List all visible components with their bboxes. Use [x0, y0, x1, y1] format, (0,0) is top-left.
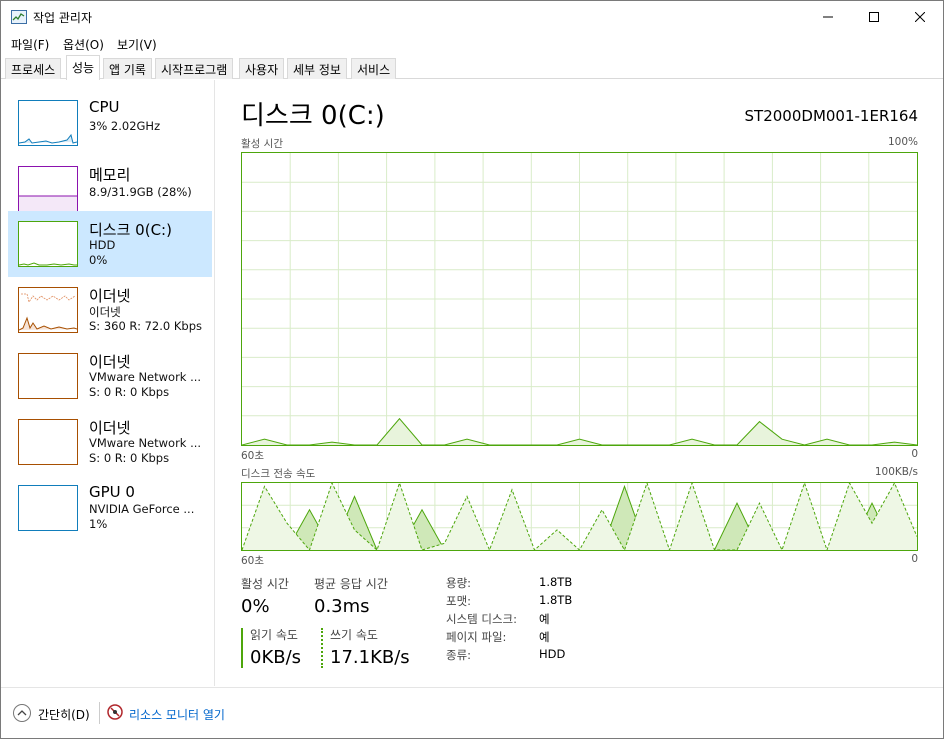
read-speed-value: 0KB/s: [250, 647, 302, 668]
disk-stats: 활성 시간 0% 평균 응답 시간 0.3ms 읽기 속도 0KB/s 쓰기 속…: [241, 572, 921, 682]
tab-details[interactable]: 세부 정보: [287, 58, 347, 79]
tab-app-history[interactable]: 앱 기록: [103, 58, 152, 79]
tab-startup[interactable]: 시작프로그램: [155, 58, 234, 79]
minimize-button[interactable]: [805, 1, 851, 33]
write-speed-label: 쓰기 속도: [330, 628, 378, 642]
active-time-graph: [241, 152, 918, 446]
sidebar-item-detail: 3% 2.02GHz: [89, 119, 161, 133]
menu-file[interactable]: 파일(F): [11, 36, 49, 53]
transfer-rate-graph: [241, 482, 918, 551]
sidebar-item-detail: VMware Network ...: [89, 436, 202, 450]
active-time-graph-right-axis: 0: [911, 448, 918, 460]
sidebar-item-disk-0[interactable]: 디스크 0(C:) HDD 0%: [8, 211, 212, 277]
tab-performance[interactable]: 성능: [66, 55, 101, 80]
sidebar-item-usage: 0%: [89, 253, 108, 267]
sidebar-item-detail: 이더넷: [89, 305, 121, 319]
active-time-graph-max: 100%: [887, 136, 918, 148]
disk-type-value: HDD: [539, 647, 566, 661]
avg-response-label: 평균 응답 시간: [314, 577, 388, 591]
ethernet-thumbnail-graph: [18, 353, 78, 399]
task-manager-app-icon: [11, 10, 27, 24]
cpu-thumbnail-graph: [18, 100, 78, 146]
sidebar-item-gpu-0[interactable]: GPU 0 NVIDIA GeForce ... 1%: [8, 475, 212, 541]
format-label: 포맷:: [446, 594, 472, 608]
sidebar-item-usage: 1%: [89, 517, 108, 531]
maximize-icon: [869, 12, 879, 22]
sidebar-item-name: GPU 0: [89, 483, 135, 501]
disk-detail-panel: 디스크 0(C:) ST2000DM001-1ER164 활성 시간 100% …: [241, 80, 921, 686]
open-resource-monitor-link[interactable]: 리소스 모니터 열기: [129, 706, 225, 723]
tab-users[interactable]: 사용자: [239, 58, 285, 79]
disk-type-label: 종류:: [446, 648, 472, 662]
read-speed-label: 읽기 속도: [250, 628, 298, 642]
footer-divider: [99, 702, 100, 724]
resource-monitor-icon: [107, 704, 123, 720]
task-manager-window: 작업 관리자 파일(F) 옵션(O) 보기(V) 프로세스 성능 앱 기록 시작…: [0, 0, 944, 739]
write-speed-value: 17.1KB/s: [330, 647, 410, 668]
sidebar-item-throughput: S: 0 R: 0 Kbps: [89, 385, 170, 399]
sidebar-item-detail: HDD: [89, 238, 116, 252]
sidebar-item-throughput: S: 360 R: 72.0 Kbps: [89, 319, 202, 333]
fewer-details-label[interactable]: 간단히(D): [38, 706, 90, 723]
avg-response-value: 0.3ms: [314, 596, 370, 617]
sidebar-item-name: CPU: [89, 98, 120, 116]
disk-model: ST2000DM001-1ER164: [744, 107, 918, 125]
active-time-graph-left-axis: 60초: [241, 450, 265, 462]
title-bar[interactable]: 작업 관리자: [1, 1, 943, 33]
sidebar-item-ethernet-3[interactable]: 이더넷 VMware Network ... S: 0 R: 0 Kbps: [8, 409, 212, 475]
format-value: 1.8TB: [539, 593, 573, 607]
transfer-graph-max: 100KB/s: [874, 466, 918, 478]
sidebar-item-ethernet-2[interactable]: 이더넷 VMware Network ... S: 0 R: 0 Kbps: [8, 343, 212, 409]
gpu-thumbnail-graph: [18, 485, 78, 531]
system-disk-label: 시스템 디스크:: [446, 612, 518, 626]
disk-title: 디스크 0(C:): [241, 101, 385, 131]
ethernet-thumbnail-graph: [18, 287, 78, 333]
window-title: 작업 관리자: [33, 11, 93, 25]
system-disk-value: 예: [539, 612, 550, 626]
sidebar-item-cpu[interactable]: CPU 3% 2.02GHz: [8, 90, 212, 156]
sidebar-item-name: 메모리: [89, 166, 131, 184]
tab-processes[interactable]: 프로세스: [5, 58, 62, 79]
active-time-label: 활성 시간: [241, 577, 289, 591]
fewer-details-button[interactable]: [13, 704, 31, 722]
sidebar-item-ethernet-1[interactable]: 이더넷 이더넷 S: 360 R: 72.0 Kbps: [8, 277, 212, 343]
menu-view[interactable]: 보기(V): [117, 36, 157, 53]
capacity-value: 1.8TB: [539, 575, 573, 589]
disk-thumbnail-graph: [18, 221, 78, 267]
memory-thumbnail-graph: [18, 166, 78, 212]
sidebar-item-name: 이더넷: [89, 419, 131, 437]
menu-options[interactable]: 옵션(O): [63, 36, 104, 53]
transfer-graph-left-axis: 60초: [241, 555, 265, 567]
footer-bar: 간단히(D) 리소스 모니터 열기: [1, 687, 943, 738]
read-speed-indicator: [241, 628, 243, 668]
sidebar-item-detail: VMware Network ...: [89, 370, 202, 384]
page-file-label: 페이지 파일:: [446, 630, 507, 644]
maximize-button[interactable]: [851, 1, 897, 33]
sidebar-item-name: 이더넷: [89, 287, 131, 305]
tab-bar: 프로세스 성능 앱 기록 시작프로그램 사용자 세부 정보 서비스: [1, 55, 943, 80]
capacity-label: 용량:: [446, 576, 472, 590]
ethernet-thumbnail-graph: [18, 419, 78, 465]
sidebar-item-name: 디스크 0(C:): [89, 221, 172, 239]
sidebar-item-detail: 8.9/31.9GB (28%): [89, 185, 192, 199]
active-time-value: 0%: [241, 596, 270, 617]
minimize-icon: [823, 16, 833, 18]
write-speed-indicator: [321, 628, 323, 668]
close-button[interactable]: [897, 1, 943, 33]
tab-services[interactable]: 서비스: [351, 58, 397, 79]
sidebar-item-name: 이더넷: [89, 353, 131, 371]
sidebar-item-throughput: S: 0 R: 0 Kbps: [89, 451, 170, 465]
page-file-value: 예: [539, 630, 550, 644]
performance-sidebar: CPU 3% 2.02GHz 메모리 8.9/31.9GB (28%) 디스크 …: [1, 80, 215, 686]
transfer-graph-label: 디스크 전송 속도: [241, 468, 316, 480]
sidebar-item-detail: NVIDIA GeForce ...: [89, 502, 195, 516]
menu-bar: 파일(F) 옵션(O) 보기(V): [1, 33, 943, 55]
chevron-up-icon: [17, 710, 27, 716]
transfer-graph-right-axis: 0: [911, 553, 918, 565]
active-time-graph-label: 활성 시간: [241, 138, 283, 150]
close-icon: [915, 12, 925, 22]
